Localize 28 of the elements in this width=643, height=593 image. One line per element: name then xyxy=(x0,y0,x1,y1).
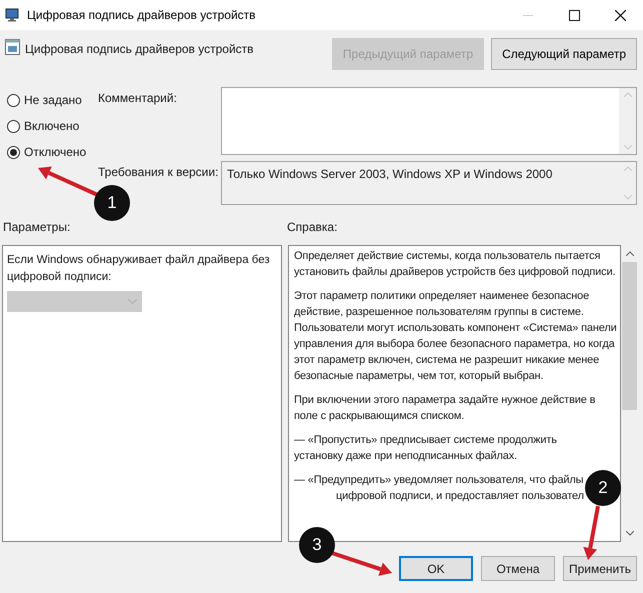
arrow xyxy=(331,551,392,576)
help-text-line: цифровой подписи, и предоставляет пользовател xyxy=(336,489,584,504)
apply-button[interactable]: Применить xyxy=(563,556,637,581)
help-paragraph: — «Пропустить» предписывает системе продолжить установку даже при неподписанных файлах. xyxy=(294,433,558,464)
help-paragraph: Этот параметр политики определяет наименее безопасное действие, разрешенное пользователям группы в системе. Пользователи могут использовать компонент «Система» панели управления для выбора более безопасного параметра, но когда этот параметр включен, система не разрешит никакие менее безопасные параметры, чем тот, который выбран. xyxy=(294,289,617,384)
chevron-down-icon[interactable] xyxy=(626,531,634,536)
section-label: Справка: xyxy=(287,219,338,236)
radio-option[interactable]: Не задано xyxy=(7,91,98,109)
section-label: Параметры: xyxy=(3,220,70,234)
field-label: Требования к версии: xyxy=(98,164,218,181)
chevron-up-icon[interactable] xyxy=(626,251,634,256)
radio-option[interactable]: Включено xyxy=(7,117,98,135)
dialog-heading: Цифровая подпись драйверов устройств xyxy=(25,41,254,58)
radio-option[interactable]: Отключено xyxy=(7,143,98,161)
prompt-text: Если Windows обнаруживает файл драйвера без цифровой подписи: xyxy=(7,253,271,285)
field-label: Комментарий: xyxy=(98,90,177,107)
ok-button[interactable]: OK xyxy=(399,556,473,581)
arrow xyxy=(583,506,600,560)
help-paragraph: Определяет действие системы, когда пользователь пытается установить файлы драйверов устройств без цифровой подписи. xyxy=(294,249,616,280)
policy-icon xyxy=(5,39,20,55)
next-setting-button[interactable]: Следующий параметр xyxy=(491,38,637,70)
help-text-line: — «Предупредить» уведомляет пользователя, что файлы xyxy=(294,473,584,488)
version-field: Только Windows Server 2003, Windows XP и Windows 2000 xyxy=(221,161,637,205)
step-number: 1 xyxy=(94,185,130,221)
help-paragraph: При включении этого параметра задайте нужное действие в поле с раскрывающимся списком. xyxy=(294,393,596,424)
window-title: Цифровая подпись драйверов устройств xyxy=(27,7,256,24)
app-icon xyxy=(5,8,21,22)
cancel-button[interactable]: Отмена xyxy=(481,556,555,581)
